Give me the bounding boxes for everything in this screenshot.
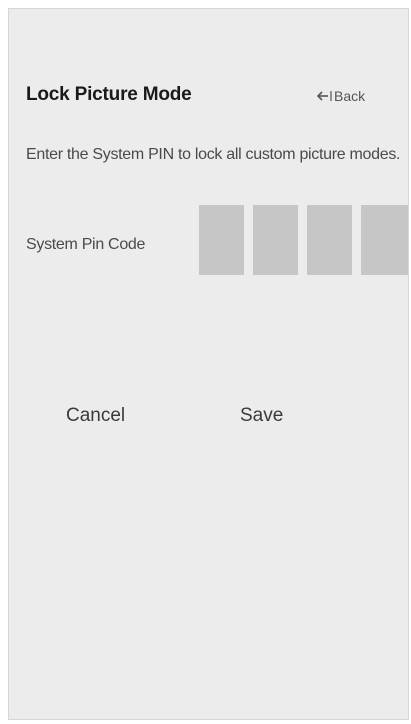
pin-code-input bbox=[199, 205, 408, 275]
description-text: Enter the System PIN to lock all custom … bbox=[26, 146, 401, 163]
back-button[interactable]: Back bbox=[317, 88, 365, 104]
pin-digit-3[interactable] bbox=[307, 205, 352, 275]
back-arrow-icon bbox=[317, 89, 333, 103]
pin-digit-2[interactable] bbox=[253, 205, 298, 275]
cancel-button[interactable]: Cancel bbox=[66, 405, 125, 427]
lock-picture-mode-panel: Lock Picture Mode Back Enter the System … bbox=[8, 8, 409, 720]
pin-digit-4[interactable] bbox=[361, 205, 408, 275]
pin-digit-1[interactable] bbox=[199, 205, 244, 275]
page-title: Lock Picture Mode bbox=[26, 84, 192, 105]
system-pin-code-label: System Pin Code bbox=[26, 236, 146, 253]
back-label: Back bbox=[334, 88, 366, 104]
save-button[interactable]: Save bbox=[240, 405, 283, 427]
